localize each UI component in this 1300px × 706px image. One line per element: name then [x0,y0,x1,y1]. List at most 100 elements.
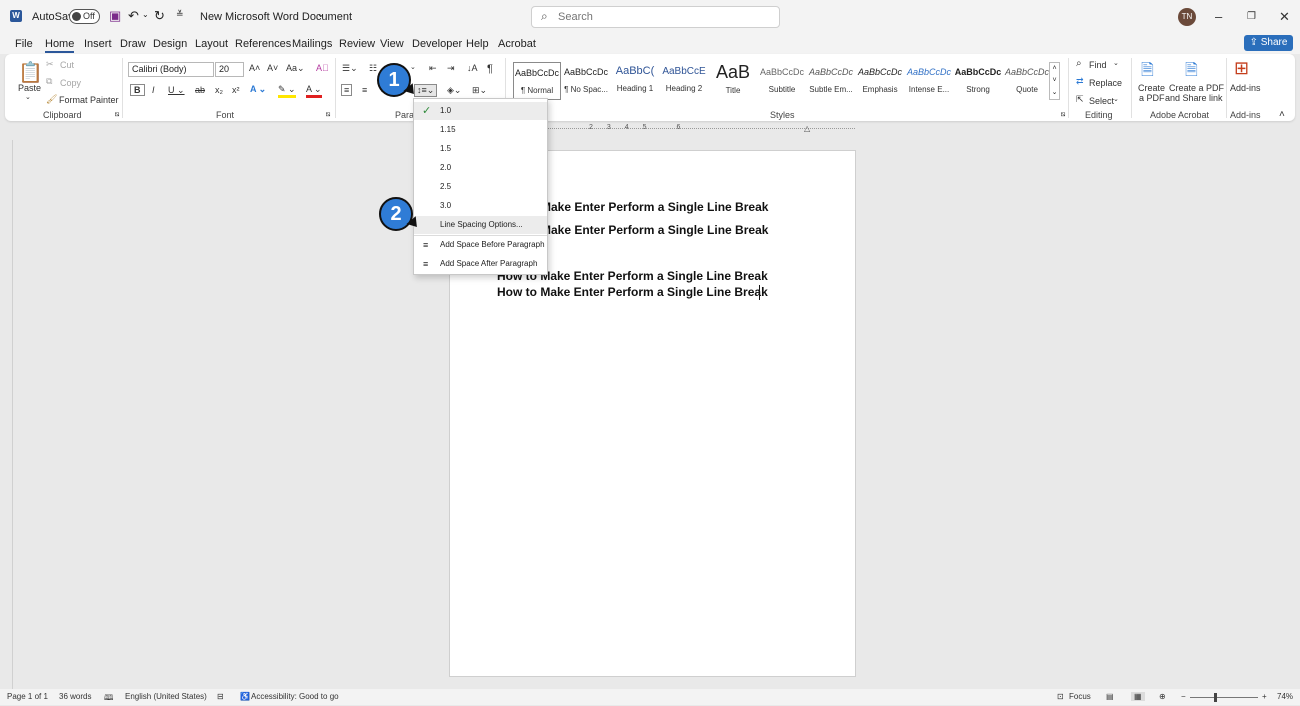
numbering-icon[interactable]: ☷ [369,63,377,74]
align-left-icon[interactable]: ≡ [341,84,353,96]
paste-dropdown-icon[interactable]: ⌄ [25,93,31,101]
select-button[interactable]: Select [1089,96,1114,106]
strikethrough-icon[interactable]: ab [195,85,205,95]
bullets-icon[interactable]: ☰⌄ [342,63,358,74]
vertical-ruler[interactable] [5,140,13,690]
paste-icon[interactable]: 📋 [18,60,43,85]
cut-button[interactable]: Cut [60,60,74,70]
style-heading-2[interactable]: AaBbCcE Heading 2 [660,62,708,100]
avatar[interactable]: TN [1178,8,1196,26]
find-button[interactable]: Find [1089,60,1107,70]
title-chevron-icon[interactable]: ⌄ [317,9,325,20]
format-painter-button[interactable]: Format Painter [59,95,119,105]
tab-mailings[interactable]: Mailings [292,38,332,50]
style-normal[interactable]: AaBbCcDc ¶ Normal [513,62,561,100]
share-pdf-label-2[interactable]: and Share link [1165,93,1223,103]
save-icon[interactable]: ▣ [109,8,121,24]
font-name-combo[interactable]: Calibri (Body) [128,62,214,77]
addins-icon[interactable]: ⊞ [1234,58,1249,79]
create-pdf-icon[interactable]: 🗎 [1141,59,1154,86]
minimize-icon[interactable]: – [1215,9,1222,24]
undo-dropdown-icon[interactable]: ⌄ [142,10,149,19]
borders-icon[interactable]: ⊞⌄ [472,85,487,96]
zoom-slider-thumb[interactable] [1214,693,1217,702]
sort-icon[interactable]: ↓A [467,63,478,73]
tab-view[interactable]: View [380,38,404,50]
create-pdf-label-1[interactable]: Create [1138,83,1165,93]
accessibility-status[interactable]: Accessibility: Good to go [251,692,339,701]
word-count[interactable]: 36 words [59,692,91,701]
share-button[interactable]: ⇪ Share [1244,35,1293,51]
increase-indent-icon[interactable]: ⇥ [447,63,455,74]
shading-icon[interactable]: ◈⌄ [447,85,461,96]
style-quote[interactable]: AaBbCcDc Quote [1003,62,1051,100]
add-space-after-item[interactable]: ≡ Add Space After Paragraph [414,255,547,273]
show-marks-icon[interactable]: ¶ [487,63,493,75]
close-icon[interactable]: ✕ [1279,9,1290,25]
underline-icon[interactable]: U ⌄ [168,85,185,96]
zoom-level[interactable]: 74% [1277,692,1293,701]
add-space-before-item[interactable]: ≡ Add Space Before Paragraph [414,236,547,254]
tab-review[interactable]: Review [339,38,375,50]
style-intense-emphasis[interactable]: AaBbCcDc Intense E... [905,62,953,100]
print-layout-icon[interactable]: ▦ [1131,692,1145,701]
style-heading-1[interactable]: AaBbC( Heading 1 [611,62,659,100]
line-spacing-options-item[interactable]: Line Spacing Options... [414,216,547,234]
paste-button[interactable]: Paste [18,83,41,93]
undo-icon[interactable]: ↶ [128,8,139,24]
spacing-option-2-0[interactable]: 2.0 [414,159,547,177]
decrease-indent-icon[interactable]: ⇤ [429,63,437,74]
redo-icon[interactable]: ↻ [154,8,165,24]
italic-icon[interactable]: I [152,85,155,95]
language-indicator[interactable]: English (United States) [125,692,207,701]
spacing-option-1-0[interactable]: ✓ 1.0 [414,102,547,120]
search-input[interactable] [558,10,758,24]
replace-button[interactable]: Replace [1089,78,1122,88]
right-indent-marker[interactable]: △ [804,124,810,133]
multilevel-list-icon[interactable]: ⌄ [410,63,416,71]
document-line-1[interactable]: Make Enter Perform a Single Line Break [541,200,768,214]
collapse-ribbon-icon[interactable]: ˄ [1279,109,1285,120]
font-size-combo[interactable]: 20 [215,62,244,77]
spacing-option-1-15[interactable]: 1.15 [414,121,547,139]
tab-help[interactable]: Help [466,38,489,50]
share-pdf-label-1[interactable]: Create a PDF [1169,83,1224,93]
customize-toolbar-icon[interactable]: ≚ [176,9,184,20]
style-no-spacing[interactable]: AaBbCcDc ¶ No Spac... [562,62,610,100]
tab-references[interactable]: References [235,38,291,50]
style-emphasis[interactable]: AaBbCcDc Emphasis [856,62,904,100]
style-subtitle[interactable]: AaBbCcDc Subtitle [758,62,806,100]
focus-button[interactable]: Focus [1069,692,1091,701]
share-pdf-icon[interactable]: 🗎 [1185,59,1198,86]
style-strong[interactable]: AaBbCcDc Strong [954,62,1002,100]
spacing-option-2-5[interactable]: 2.5 [414,178,547,196]
create-pdf-label-2[interactable]: a PDF [1139,93,1165,103]
spacing-option-3-0[interactable]: 3.0 [414,197,547,215]
select-dropdown-icon[interactable]: ⌄ [1113,95,1119,103]
page-count[interactable]: Page 1 of 1 [7,692,48,701]
superscript-icon[interactable]: x² [232,85,240,95]
document-line-4[interactable]: How to Make Enter Perform a Single Line … [497,285,768,299]
font-launcher-icon[interactable]: ⧅ [326,111,330,119]
shrink-font-icon[interactable]: A˅ [267,63,278,73]
tab-design[interactable]: Design [153,38,187,50]
tab-home[interactable]: Home [45,38,75,53]
copy-button[interactable]: Copy [60,78,81,88]
font-color-icon[interactable]: A ⌄ [306,84,322,98]
macro-icon[interactable]: ⊟ [217,692,224,701]
styles-launcher-icon[interactable]: ⧅ [1061,111,1065,119]
document-line-2[interactable]: Make Enter Perform a Single Line Break [541,223,768,237]
search-box[interactable]: ⌕ [531,6,780,28]
tab-file[interactable]: File [15,38,33,50]
tab-acrobat[interactable]: Acrobat [498,38,536,50]
text-effects-icon[interactable]: A ⌄ [250,84,266,95]
tab-insert[interactable]: Insert [84,38,112,50]
spacing-option-1-5[interactable]: 1.5 [414,140,547,158]
style-subtle-emphasis[interactable]: AaBbCcDc Subtle Em... [807,62,855,100]
proofing-icon[interactable]: 🕮 [104,692,113,706]
clear-formatting-icon[interactable]: A⃠ [316,63,329,73]
grow-font-icon[interactable]: A˄ [249,63,260,73]
align-center-icon[interactable]: ≡ [362,85,367,95]
tab-developer[interactable]: Developer [412,38,462,50]
style-title[interactable]: AaB Title [709,62,757,100]
